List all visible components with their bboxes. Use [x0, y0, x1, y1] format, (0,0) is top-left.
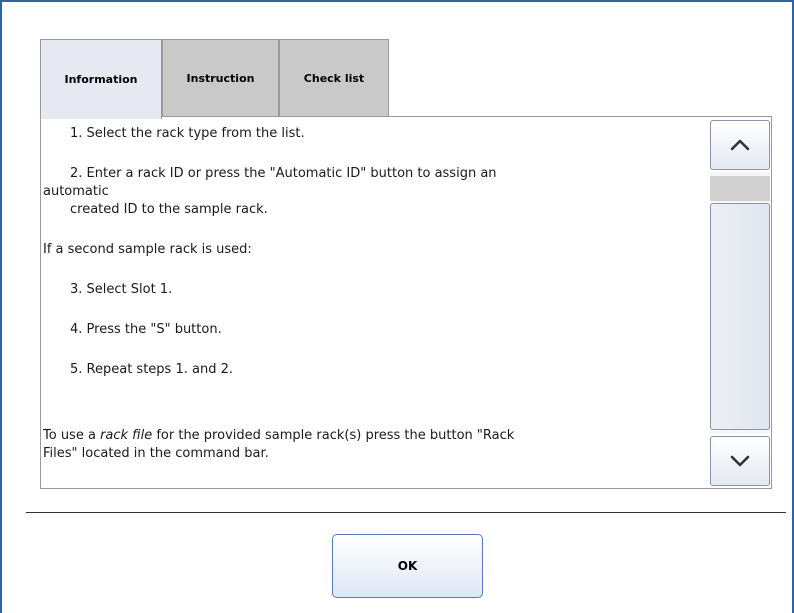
tab-information-label: Information — [64, 73, 138, 86]
rack-file-note-start: To use a — [43, 428, 101, 443]
tab-information[interactable]: Information — [40, 39, 162, 119]
tab-check-list-label: Check list — [303, 72, 365, 85]
information-panel: 1. Select the rack type from the list. 2… — [40, 116, 772, 489]
scroll-down-button[interactable] — [710, 436, 770, 486]
ok-button[interactable]: OK — [332, 534, 483, 598]
step-2-wrap: automatic — [43, 184, 109, 199]
step-2-continued: created ID to the sample rack. — [70, 202, 268, 217]
tab-check-list[interactable]: Check list — [279, 39, 389, 117]
rack-file-note-end: for the provided sample rack(s) press th… — [152, 428, 515, 443]
tab-instruction[interactable]: Instruction — [162, 39, 279, 117]
step-1-text: 1. Select the rack type from the list. — [70, 126, 305, 141]
tab-instruction-label: Instruction — [186, 72, 255, 85]
step-4-text: 4. Press the "S" button. — [70, 322, 222, 337]
scroll-up-button[interactable] — [710, 120, 770, 170]
information-text: 1. Select the rack type from the list. 2… — [43, 119, 707, 486]
second-rack-heading: If a second sample rack is used: — [43, 242, 252, 257]
footer-divider — [26, 512, 786, 513]
step-5-text: 5. Repeat steps 1. and 2. — [70, 362, 233, 377]
chevron-down-icon — [730, 455, 750, 467]
dialog-window: Information Instruction Check list 1. Se… — [0, 0, 794, 613]
chevron-up-icon — [730, 139, 750, 151]
rack-file-note-line-2: Files" located in the command bar. — [43, 446, 269, 461]
ok-button-label: OK — [397, 559, 418, 573]
step-3-text: 3. Select Slot 1. — [70, 282, 173, 297]
step-2-text: 2. Enter a rack ID or press the "Automat… — [70, 166, 497, 181]
rack-file-note: To use a rack file for the provided samp… — [43, 427, 514, 444]
vertical-scrollbar[interactable] — [710, 120, 770, 486]
rack-file-term: rack file — [100, 428, 153, 443]
scrollbar-position-band — [710, 176, 770, 201]
scrollbar-thumb[interactable] — [710, 203, 770, 430]
